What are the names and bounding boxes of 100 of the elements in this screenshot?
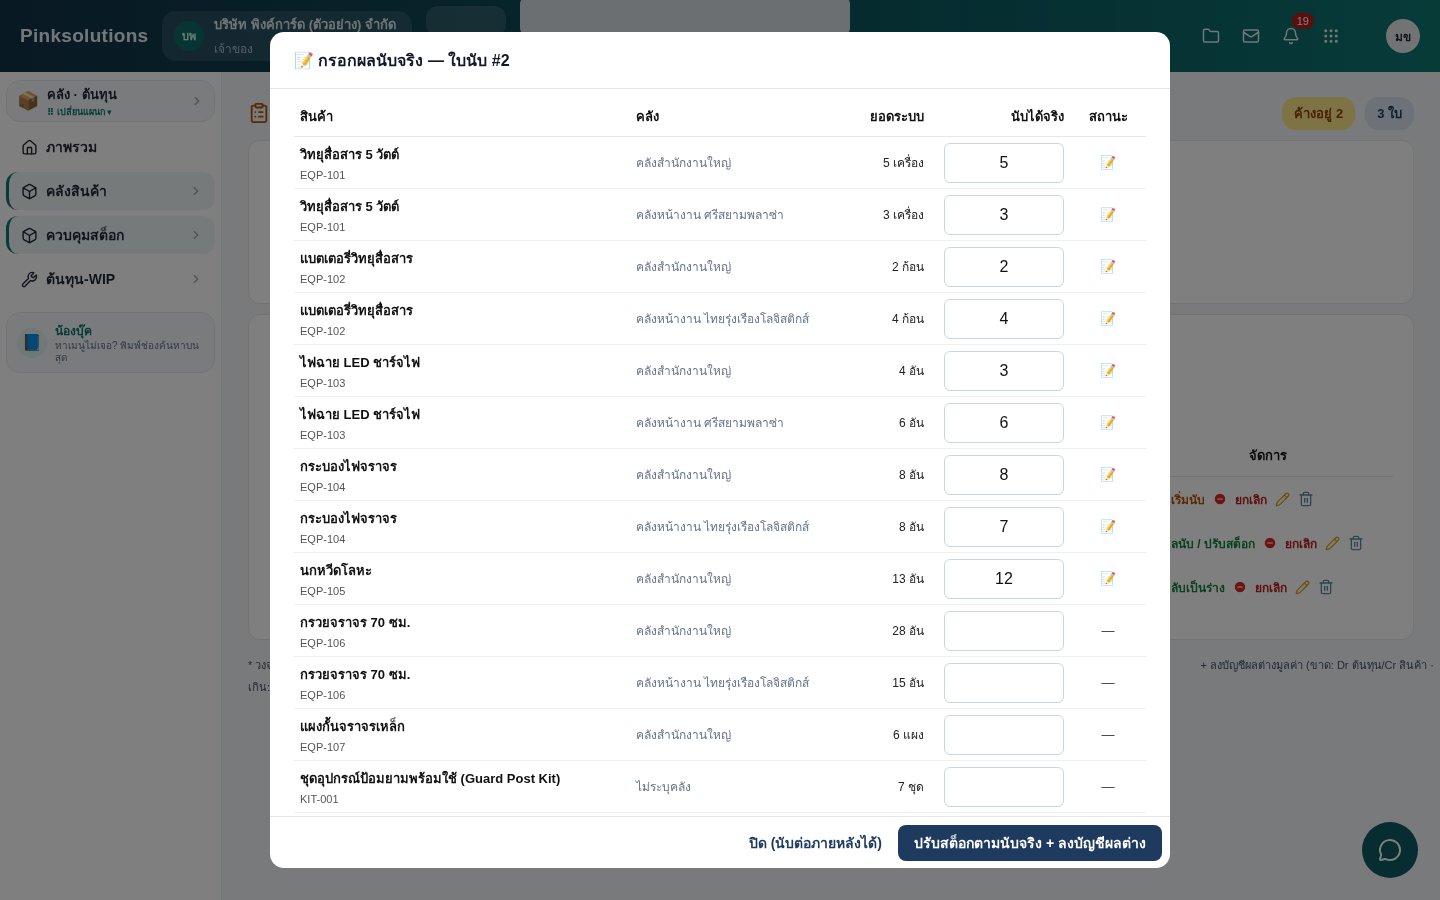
- product-sku: EQP-107: [300, 741, 346, 753]
- product-name: วิทยุสื่อสาร 5 วัตต์: [300, 196, 400, 217]
- column-header: สินค้า: [294, 89, 630, 137]
- product-sku: EQP-106: [300, 637, 346, 649]
- sidebar-item[interactable]: ควบคุมสต็อก: [6, 216, 215, 254]
- helper-name: น้องบุ๊ค: [55, 323, 93, 340]
- count-input[interactable]: [944, 662, 1064, 703]
- status-indicator: 📝: [1100, 363, 1116, 378]
- action-link[interactable]: ลนับ / ปรับสต็อก: [1171, 533, 1255, 553]
- clipboard-icon: [248, 102, 270, 124]
- status-indicator: —: [1101, 779, 1115, 794]
- chat-button[interactable]: [1362, 822, 1418, 878]
- trash-icon[interactable]: [1348, 535, 1364, 551]
- product-name: ชุดอุปกรณ์ป้อมยามพร้อมใช้ (Guard Post Kit): [300, 769, 561, 789]
- count-input[interactable]: 8: [944, 454, 1064, 495]
- status-indicator: 📝: [1100, 155, 1116, 170]
- product-name: วิทยุสื่อสาร 5 วัตต์: [300, 144, 400, 165]
- warehouse-name: ไม่ระบุคลัง: [636, 779, 691, 796]
- system-quantity: 7 ชุด: [898, 779, 924, 796]
- count-input[interactable]: 4: [944, 298, 1064, 339]
- app-logo[interactable]: Pinksolutions: [20, 25, 149, 47]
- status-indicator: 📝: [1100, 519, 1116, 534]
- status-indicator: 📝: [1100, 311, 1116, 326]
- warehouse-name: คลังสำนักงานใหญ่: [636, 155, 731, 172]
- sidebar-item[interactable]: คลังสินค้า: [6, 172, 215, 210]
- count-input[interactable]: [944, 766, 1064, 807]
- count-input[interactable]: 7: [944, 506, 1064, 547]
- sidebar-item[interactable]: ภาพรวม: [6, 128, 215, 166]
- warehouse-name: คลังหน้างาน ไทยรุ่งเรืองโลจิสติกส์: [636, 311, 810, 328]
- product-name: ไฟฉาย LED ชาร์จไฟ: [300, 406, 421, 424]
- count-input[interactable]: 5: [944, 142, 1064, 183]
- warehouse-name: คลังสำนักงานใหญ่: [636, 259, 731, 276]
- product-name: แบตเตอรี่วิทยุสื่อสาร: [300, 300, 413, 321]
- stop-icon: [1233, 580, 1247, 594]
- box-icon: [21, 182, 38, 200]
- home-icon: [21, 138, 38, 156]
- pencil-icon[interactable]: [1295, 579, 1310, 595]
- count-input[interactable]: 6: [944, 402, 1064, 443]
- warehouse-name: คลังหน้างาน ศรีสยามพลาซ่า: [636, 415, 785, 432]
- footnote-text: เกิน:: [248, 680, 272, 695]
- product-sku: EQP-104: [300, 481, 346, 493]
- system-quantity: 3 เครื่อง: [883, 205, 924, 224]
- count-input[interactable]: 3: [944, 350, 1064, 391]
- helper-hint: หาเมนูไม่เจอ? พิมพ์ช่องค้นหาบนสุด: [55, 340, 201, 364]
- count-input[interactable]: [944, 714, 1064, 755]
- system-quantity: 2 ก้อน: [892, 259, 924, 276]
- product-name: กรวยจราจร 70 ซม.: [300, 614, 411, 632]
- count-input[interactable]: 3: [944, 194, 1064, 235]
- company-avatar: บพ: [174, 21, 205, 51]
- switch-department-link[interactable]: ⠿ เปลี่ยนแผนก ▾: [47, 104, 117, 119]
- trash-icon[interactable]: [1318, 579, 1334, 595]
- pencil-icon[interactable]: [1275, 491, 1290, 507]
- product-sku: EQP-104: [300, 533, 346, 545]
- cancel-link[interactable]: ยกเลิก: [1235, 489, 1267, 509]
- column-header: นับได้จริง: [930, 89, 1070, 137]
- product-sku: EQP-105: [300, 585, 346, 597]
- book-icon: 📘: [17, 327, 47, 358]
- product-sku: EQP-102: [300, 273, 346, 285]
- system-quantity: 4 อัน: [899, 363, 924, 380]
- action-link[interactable]: เริ่มนับ: [1171, 489, 1205, 509]
- department-title: คลัง · ต้นทุน: [47, 85, 117, 105]
- user-avatar[interactable]: มข: [1386, 19, 1420, 53]
- product-sku: EQP-106: [300, 689, 346, 701]
- cancel-link[interactable]: ยกเลิก: [1285, 533, 1317, 553]
- pencil-icon[interactable]: [1325, 535, 1340, 551]
- count-input[interactable]: 12: [944, 558, 1064, 599]
- trash-icon[interactable]: [1298, 491, 1314, 507]
- count-input[interactable]: 2: [944, 246, 1064, 287]
- status-indicator: —: [1101, 675, 1115, 690]
- status-indicator: 📝: [1100, 207, 1116, 222]
- status-indicator: —: [1101, 727, 1115, 742]
- wrench-icon: [21, 270, 38, 288]
- system-quantity: 8 อัน: [899, 519, 924, 536]
- notification-badge: 19: [1291, 13, 1314, 29]
- user-role: เจ้าของ: [214, 41, 255, 58]
- warehouse-name: คลังสำนักงานใหญ่: [636, 727, 731, 744]
- close-button[interactable]: ปิด (นับต่อภายหลังได้): [748, 825, 883, 860]
- warehouse-name: คลังสำนักงานใหญ่: [636, 467, 731, 484]
- warehouse-name: คลังสำนักงานใหญ่: [636, 571, 731, 588]
- action-link[interactable]: ลับเป็นร่าง: [1171, 577, 1225, 597]
- system-quantity: 4 ก้อน: [892, 311, 924, 328]
- system-quantity: 6 อัน: [899, 415, 924, 432]
- status-indicator: —: [1101, 623, 1115, 638]
- warehouse-name: คลังหน้างาน ไทยรุ่งเรืองโลจิสติกส์: [636, 519, 810, 536]
- product-name: กระบองไฟจราจร: [300, 458, 397, 476]
- stop-icon: [1263, 536, 1277, 550]
- warehouse-name: คลังหน้างาน ไทยรุ่งเรืองโลจิสติกส์: [636, 675, 810, 692]
- cancel-link[interactable]: ยกเลิก: [1255, 577, 1287, 597]
- company-name: บริษัท พิงค์การ์ด (ตัวอย่าง) จำกัด: [214, 16, 396, 34]
- count-input[interactable]: [944, 610, 1064, 651]
- package-icon: 📦: [17, 92, 39, 110]
- box-icon: [21, 226, 38, 244]
- sidebar-item[interactable]: ต้นทุน-WIP: [6, 260, 215, 298]
- confirm-button[interactable]: ปรับสต็อกตามนับจริง + ลงบัญชีผลต่าง: [898, 824, 1162, 861]
- product-name: นกหวีดโลหะ: [300, 562, 372, 580]
- column-header: ยอดระบบ: [840, 89, 930, 137]
- helper-card[interactable]: 📘 น้องบุ๊ค หาเมนูไม่เจอ? พิมพ์ช่องค้นหาบนสุด: [6, 312, 215, 373]
- count-badge: 3 ใบ: [1365, 96, 1414, 130]
- system-quantity: 28 อัน: [892, 623, 924, 640]
- product-name: กรวยจราจร 70 ซม.: [300, 666, 411, 684]
